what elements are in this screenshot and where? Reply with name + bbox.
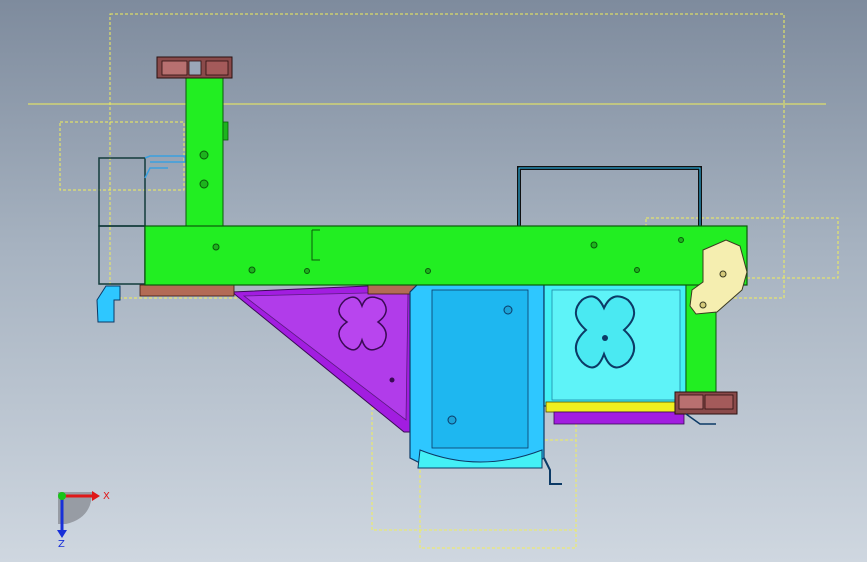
y-axis-dot-icon	[58, 492, 66, 500]
handle-frame[interactable]	[517, 166, 702, 228]
purple-x-emboss	[338, 296, 387, 351]
x-arrow-icon	[92, 491, 100, 501]
x-axis-label: X	[103, 491, 110, 502]
z-axis-label: Z	[58, 539, 65, 548]
green-beam[interactable]	[144, 225, 748, 286]
post-hole	[199, 179, 209, 189]
purple-base	[553, 411, 685, 425]
purple-bracket[interactable]	[230, 283, 415, 433]
right-clip-tail	[685, 413, 716, 425]
cyan-x-emboss	[575, 295, 635, 369]
post-hole	[199, 150, 209, 160]
z-arrow-icon	[57, 530, 67, 538]
orientation-triad[interactable]: X Z	[40, 478, 120, 548]
top-brown-clip[interactable]	[156, 56, 233, 79]
green-post-tab	[222, 121, 229, 141]
left-cyan-clip[interactable]	[96, 285, 121, 323]
right-brown-clip[interactable]	[674, 391, 738, 415]
cyan-panel[interactable]	[543, 283, 687, 407]
cad-viewport[interactable]: X Z	[0, 0, 867, 562]
left-brown-strip	[139, 284, 235, 297]
assembly-scene[interactable]	[0, 0, 867, 562]
yellow-strip	[545, 401, 679, 413]
blue-channel[interactable]	[409, 283, 562, 485]
